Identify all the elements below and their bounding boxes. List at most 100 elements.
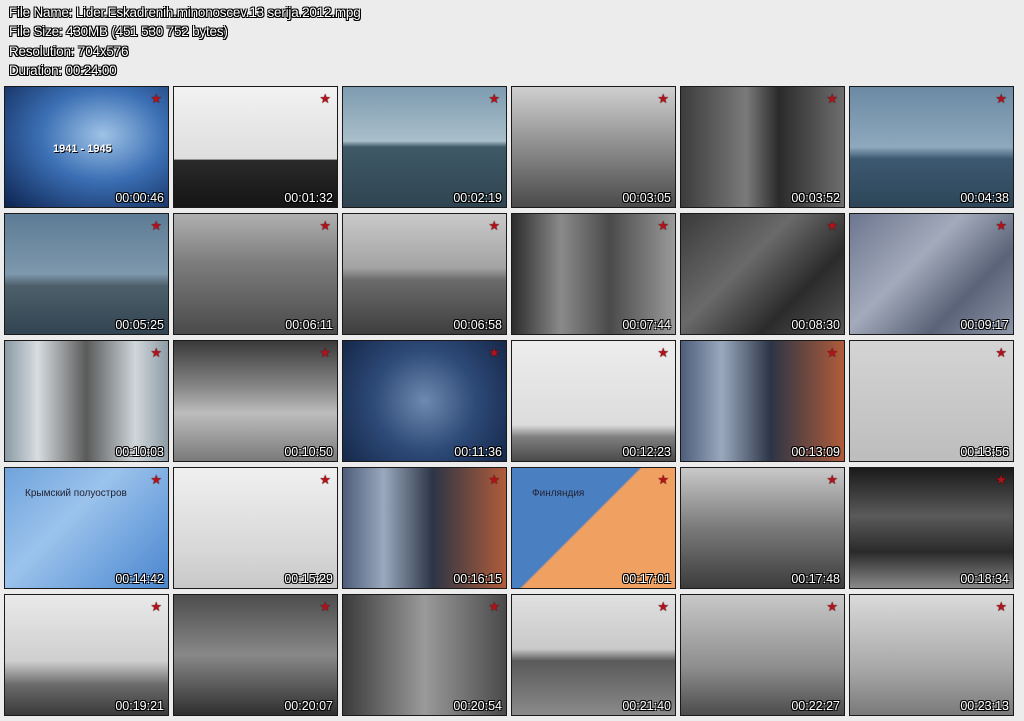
star-icon: ★ — [826, 345, 838, 360]
star-icon: ★ — [488, 91, 500, 106]
thumbnail-image — [174, 468, 337, 588]
timestamp: 00:06:58 — [453, 318, 502, 332]
thumbnail-image — [850, 595, 1013, 715]
star-icon: ★ — [657, 472, 669, 487]
timestamp: 00:01:32 — [284, 191, 333, 205]
timestamp: 00:10:03 — [115, 445, 164, 459]
star-icon: ★ — [826, 91, 838, 106]
thumbnail[interactable]: ★ 00:17:48 — [680, 467, 845, 589]
file-name: File Name: Lider.Eskadrenih.minonoscev.1… — [9, 5, 361, 20]
thumbnail-image — [174, 341, 337, 461]
thumbnail[interactable]: ★ 00:12:23 — [511, 340, 676, 462]
thumbnail-image — [850, 87, 1013, 207]
timestamp: 00:13:09 — [791, 445, 840, 459]
thumbnail[interactable]: ★ 00:20:54 — [342, 594, 507, 716]
timestamp: 00:20:07 — [284, 699, 333, 713]
thumbnail-image — [850, 341, 1013, 461]
timestamp: 00:12:23 — [622, 445, 671, 459]
thumbnail-image — [174, 214, 337, 334]
thumbnail[interactable]: ★ 00:18:34 — [849, 467, 1014, 589]
thumbnail[interactable]: 1941 - 1945 ★ 00:00:46 — [4, 86, 169, 208]
thumbnail[interactable]: ★ 00:13:09 — [680, 340, 845, 462]
timestamp: 00:14:42 — [115, 572, 164, 586]
thumbnail[interactable]: ★ 00:06:58 — [342, 213, 507, 335]
thumbnail[interactable]: ★ 00:16:15 — [342, 467, 507, 589]
star-icon: ★ — [319, 91, 331, 106]
thumbnail[interactable]: ★ 00:08:30 — [680, 213, 845, 335]
star-icon: ★ — [826, 472, 838, 487]
thumbnail-image — [681, 595, 844, 715]
star-icon: ★ — [995, 472, 1007, 487]
thumbnail[interactable]: ★ 00:23:13 — [849, 594, 1014, 716]
thumbnail-image — [512, 595, 675, 715]
timestamp: 00:13:56 — [960, 445, 1009, 459]
star-icon: ★ — [995, 218, 1007, 233]
thumbnail[interactable]: ★ 00:02:19 — [342, 86, 507, 208]
thumbnail[interactable]: ★ 00:07:44 — [511, 213, 676, 335]
thumbnail[interactable]: ★ 00:09:17 — [849, 213, 1014, 335]
thumbnail[interactable]: ★ 00:01:32 — [173, 86, 338, 208]
star-icon: ★ — [150, 218, 162, 233]
file-size: File Size: 430MB (451 530 752 bytes) — [9, 24, 228, 40]
timestamp: 00:10:50 — [284, 445, 333, 459]
timestamp: 00:06:11 — [285, 318, 333, 332]
star-icon: ★ — [657, 599, 669, 614]
thumbnail-image — [174, 595, 337, 715]
star-icon: ★ — [488, 345, 500, 360]
thumbnail[interactable]: ★ 00:19:21 — [4, 594, 169, 716]
thumbnail[interactable]: ★ 00:10:03 — [4, 340, 169, 462]
star-icon: ★ — [657, 345, 669, 360]
thumbnail-image — [5, 468, 168, 588]
timestamp: 00:17:48 — [791, 572, 840, 586]
star-icon: ★ — [319, 218, 331, 233]
star-icon: ★ — [150, 472, 162, 487]
star-icon: ★ — [488, 218, 500, 233]
timestamp: 00:11:36 — [454, 445, 502, 459]
thumbnail[interactable]: ★ 00:20:07 — [173, 594, 338, 716]
thumbnail[interactable]: ★ 00:03:52 — [680, 86, 845, 208]
thumbnail-image — [5, 214, 168, 334]
star-icon: ★ — [995, 91, 1007, 106]
thumbnail[interactable]: ★ 00:13:56 — [849, 340, 1014, 462]
thumbnail[interactable]: ★ 00:10:50 — [173, 340, 338, 462]
thumbnail-image — [681, 87, 844, 207]
thumbnail-image — [681, 214, 844, 334]
timestamp: 00:07:44 — [622, 318, 671, 332]
thumbnail-grid: 1941 - 1945 ★ 00:00:46 ★ 00:01:32 ★ 00:02:19 ★ 0… — [4, 86, 1014, 716]
thumbnail-image — [343, 214, 506, 334]
thumbnail-image — [512, 468, 675, 588]
thumbnail-image — [512, 341, 675, 461]
thumbnail-image — [5, 595, 168, 715]
thumbnail[interactable]: Финляндия ★ 00:17:01 — [511, 467, 676, 589]
star-icon: ★ — [150, 599, 162, 614]
thumbnail[interactable]: ★ 00:11:36 — [342, 340, 507, 462]
thumbnail[interactable]: ★ 00:22:27 — [680, 594, 845, 716]
thumbnail[interactable]: ★ 00:06:11 — [173, 213, 338, 335]
timestamp: 00:08:30 — [791, 318, 840, 332]
thumbnail-image — [681, 341, 844, 461]
map-label: Крымский полуостров — [25, 488, 127, 499]
timestamp: 00:04:38 — [960, 191, 1009, 205]
thumbnail[interactable]: ★ 00:21:40 — [511, 594, 676, 716]
timestamp: 00:16:15 — [453, 572, 502, 586]
thumbnail-image — [174, 87, 337, 207]
thumbnail-image — [681, 468, 844, 588]
star-icon: ★ — [150, 91, 162, 106]
thumbnail-image — [343, 595, 506, 715]
timestamp: 00:00:46 — [115, 191, 164, 205]
timestamp: 00:09:17 — [960, 318, 1009, 332]
star-icon: ★ — [657, 218, 669, 233]
thumbnail[interactable]: ★ 00:03:05 — [511, 86, 676, 208]
thumbnail[interactable]: ★ 00:15:29 — [173, 467, 338, 589]
thumbnail[interactable]: ★ 00:05:25 — [4, 213, 169, 335]
timestamp: 00:22:27 — [791, 699, 840, 713]
star-icon: ★ — [319, 345, 331, 360]
thumbnail[interactable]: ★ 00:04:38 — [849, 86, 1014, 208]
star-icon: ★ — [995, 599, 1007, 614]
map-label: Финляндия — [532, 488, 585, 499]
star-icon: ★ — [319, 599, 331, 614]
resolution: Resolution: 704x576 — [9, 43, 129, 59]
thumbnail[interactable]: Крымский полуостров ★ 00:14:42 — [4, 467, 169, 589]
star-icon: ★ — [488, 599, 500, 614]
star-icon: ★ — [488, 472, 500, 487]
